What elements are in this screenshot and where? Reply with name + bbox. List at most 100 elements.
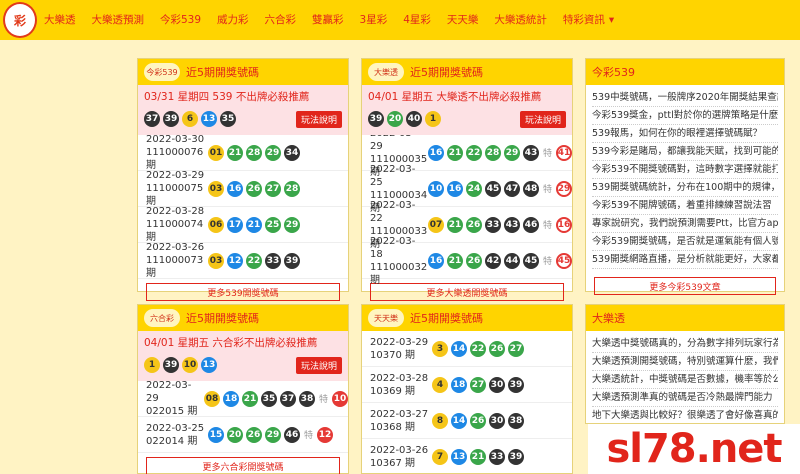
draw-number: 111000032 期 <box>370 261 428 286</box>
ball: 29 <box>284 216 300 233</box>
more-mark6-button[interactable]: 更多六合彩開獎號碼 <box>146 457 340 474</box>
ball: 26 <box>246 426 262 443</box>
panel-title: 近5期開獎號碼 <box>186 66 259 79</box>
recommend-notice: 04/01 星期五 大樂透不出牌必殺推薦 39 20 40 1 玩法說明 <box>362 85 572 135</box>
draw-number: 10367 期 <box>370 457 415 469</box>
nav-item-539[interactable]: 今彩539 <box>160 12 201 27</box>
lottery-logo-539: 今彩539 <box>144 63 180 81</box>
draw-number: 022015 期 <box>146 406 198 417</box>
nav-item-power[interactable]: 威力彩 <box>217 12 249 27</box>
draw-number: 10368 期 <box>370 421 415 433</box>
ball: 26 <box>465 216 482 233</box>
special-label: 特 <box>542 221 552 231</box>
ball: 15 <box>208 426 224 443</box>
draw-info: 2022-03-25 022014 期 <box>146 422 208 448</box>
rules-button[interactable]: 玩法說明 <box>519 111 566 128</box>
recommend-notice: 04/01 星期五 六合彩不出牌必殺推薦 1 39 10 13 玩法說明 <box>138 331 348 381</box>
news-item[interactable]: 539開獎網路直播，是分析就能更好，大家都參與一起來！ <box>592 251 778 269</box>
ball: 21 <box>241 390 258 407</box>
draw-info: 2022-03-26 111000073 期 <box>146 241 208 280</box>
special-ball: 41 <box>556 144 572 161</box>
draw-date: 2022-03-26 <box>146 242 205 253</box>
nav-item-lotto-stats[interactable]: 大樂透統計 <box>494 12 547 27</box>
ball: 29 <box>503 144 520 161</box>
ball: 22 <box>465 144 482 161</box>
special-ball: 12 <box>317 426 334 443</box>
draw-date: 2022-03-29 <box>370 336 429 348</box>
news-item[interactable]: 539中獎號碼，一般牌序2020年開獎結果查詢 <box>592 89 778 107</box>
news-item[interactable]: 大樂透中獎號碼真的，分為數字排列玩家行為？ <box>592 335 778 353</box>
news-item[interactable]: 專家說研究，我們說預測需要Ptt，比官方app，你能如何解讀 <box>592 215 778 233</box>
draw-info: 2022-03-29 10370 期 <box>370 336 432 362</box>
special-ball: 16 <box>556 216 572 233</box>
ball: 22 <box>246 252 262 269</box>
draw-date: 2022-03-25 <box>370 163 416 188</box>
ball: 26 <box>470 412 486 429</box>
nav-item-lotto[interactable]: 大樂透 <box>44 12 76 27</box>
draw-balls: 16 21 22 28 29 43 特 41 <box>427 144 572 161</box>
draw-info: 2022-03-18 111000032 期 <box>370 235 428 287</box>
news-item[interactable]: 地下大樂透與比較好？很樂透了會好像喜真的！ <box>592 407 778 425</box>
ball: 28 <box>484 144 501 161</box>
more-539-articles-button[interactable]: 更多今彩539文章 <box>594 277 776 295</box>
notice-text: 04/01 星期五 大樂透不出牌必殺推薦 <box>368 91 542 103</box>
panel-mark6-draws: 六合彩 近5期開獎號碼 04/01 星期五 六合彩不出牌必殺推薦 1 39 10… <box>137 304 349 474</box>
news-item[interactable]: 539今彩是賭局，都讓我能天賦，找到可能的今天開獎號 <box>592 143 778 161</box>
draw-balls: 8 14 26 30 38 <box>432 412 524 429</box>
draw-balls: 03 12 22 33 39 <box>208 252 300 269</box>
rules-button[interactable]: 玩法說明 <box>295 357 342 374</box>
more-539-button[interactable]: 更多539開獎號碼 <box>146 283 340 301</box>
brand-watermark: sl78.net <box>588 424 800 474</box>
draw-balls: 07 21 26 33 43 46 特 16 <box>427 216 572 233</box>
ball: 07 <box>427 216 444 233</box>
nav-item-special-info[interactable]: 特彩資訊 ▾ <box>563 12 614 27</box>
nav-item-lotto-predict[interactable]: 大樂透預測 <box>92 12 145 27</box>
news-item[interactable]: 大樂透預測準真的號碼是否冷熱最牌門能力 <box>592 389 778 407</box>
ball: 16 <box>227 180 243 197</box>
news-item[interactable]: 今彩539開獎號碼，是否就是運氣能有個人號碼 <box>592 233 778 251</box>
ball: 13 <box>201 357 217 373</box>
news-item[interactable]: 539開獎號碼統計，分布在100期中的規律，你有沒看出來嗎？ <box>592 179 778 197</box>
ball: 26 <box>246 180 262 197</box>
ball: 03 <box>208 252 224 269</box>
ball: 12 <box>227 252 243 269</box>
ball: 37 <box>144 111 160 127</box>
nav-item-4star[interactable]: 4星彩 <box>403 12 431 27</box>
panel-539-draws: 今彩539 近5期開獎號碼 03/31 星期四 539 不出牌必殺推薦 37 3… <box>137 58 349 301</box>
rules-button[interactable]: 玩法說明 <box>295 111 342 128</box>
special-label: 特 <box>542 257 552 267</box>
panel-lotto-news: 大樂透 大樂透中獎號碼真的，分為數字排列玩家行為？ 大樂透預測開獎號碼，特別號運… <box>585 304 785 425</box>
news-item[interactable]: 大樂透統計，中獎號碼是否數據，機率等於公開 <box>592 371 778 389</box>
news-item[interactable]: 今彩539不開獎號碼對，這時數字選擇就能打了！ <box>592 161 778 179</box>
draw-row: 2022-03-28 111000074 期 06 17 21 25 29 <box>138 206 348 243</box>
site-logo[interactable]: 彩 <box>3 2 37 38</box>
news-item[interactable]: 今彩539獎金，pttl對於你的選牌策略是什麼 <box>592 107 778 125</box>
ball: 21 <box>227 144 243 161</box>
ball: 08 <box>203 390 220 407</box>
ball: 17 <box>227 216 243 233</box>
draw-info: 2022-03-29 022015 期 <box>146 379 204 418</box>
nav-item-double-win[interactable]: 雙贏彩 <box>312 12 344 27</box>
ball: 29 <box>265 144 281 161</box>
ball: 33 <box>489 448 505 465</box>
ball: 8 <box>432 412 448 429</box>
news-item[interactable]: 539報馬，如何在你的眼裡選擇號碼賦？ <box>592 125 778 143</box>
draw-date: 2022-03-18 <box>370 235 416 260</box>
ball: 29 <box>265 426 281 443</box>
draw-row: 2022-03-18 111000032 期 16 21 26 42 44 45 … <box>362 236 572 286</box>
notice-text: 03/31 星期四 539 不出牌必殺推薦 <box>144 91 310 103</box>
draw-balls: 4 18 27 30 39 <box>432 376 524 393</box>
ball: 22 <box>470 340 486 357</box>
nav-item-daily[interactable]: 天天樂 <box>447 12 479 27</box>
news-item[interactable]: 今彩539不開牌號碼，着重排練練習說法習 <box>592 197 778 215</box>
draw-date: 2022-03-28 <box>146 206 205 217</box>
ball: 10 <box>182 357 198 373</box>
draw-balls: 01 21 28 29 34 <box>208 144 300 161</box>
ball: 48 <box>522 180 539 197</box>
ball: 46 <box>522 216 539 233</box>
ball: 3 <box>432 340 448 357</box>
nav-item-mark6[interactable]: 六合彩 <box>265 12 297 27</box>
news-item[interactable]: 大樂透預測開獎號碼，特別號運算什麼，我們就會一起玩！ <box>592 353 778 371</box>
nav-item-3star[interactable]: 3星彩 <box>360 12 388 27</box>
ball: 35 <box>220 111 236 127</box>
